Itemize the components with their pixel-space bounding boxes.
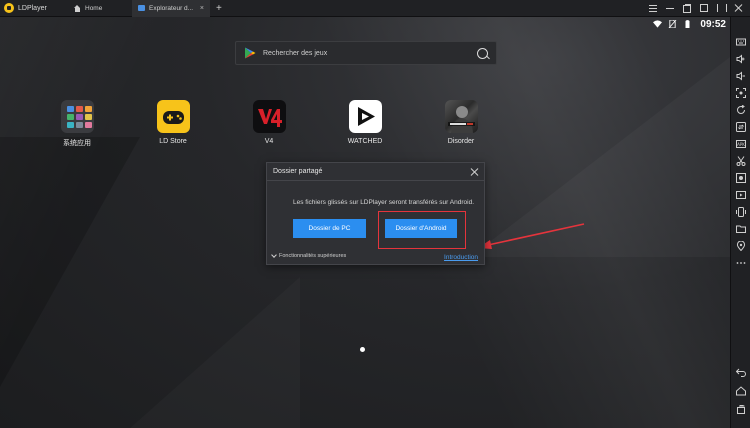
system-apps-icon <box>60 100 94 133</box>
watched-icon <box>348 100 382 133</box>
no-sim-icon <box>669 20 677 28</box>
window-controls <box>649 4 750 13</box>
svg-text:APK: APK <box>737 142 745 147</box>
v4-icon <box>252 100 286 133</box>
shake-icon[interactable] <box>736 207 746 217</box>
app-label: WATCHED <box>347 138 383 145</box>
sync-icon[interactable] <box>736 122 746 132</box>
volume-up-icon[interactable] <box>736 54 746 64</box>
introduction-link[interactable]: Introduction <box>444 254 478 261</box>
app-watched[interactable]: WATCHED <box>332 100 398 145</box>
tab-explorer[interactable]: Explorateur d... × <box>132 0 210 17</box>
more-icon[interactable] <box>736 258 746 268</box>
dialog-header: Dossier partagé <box>267 163 484 181</box>
maximize-icon[interactable] <box>700 4 708 12</box>
ld-store-icon <box>156 100 190 133</box>
screenshot-icon[interactable] <box>736 88 746 98</box>
keyboard-icon[interactable] <box>736 37 746 47</box>
pc-folder-button[interactable]: Dossier de PC <box>293 219 366 238</box>
app-label: V4 <box>264 138 274 145</box>
add-tab-button[interactable]: + <box>210 0 222 17</box>
advanced-features-label: Fonctionnalités supérieures <box>279 253 347 259</box>
recent-apps-icon[interactable] <box>736 405 746 415</box>
app-label: 系统应用 <box>63 140 91 147</box>
wifi-icon <box>653 20 663 28</box>
home-icon[interactable] <box>736 386 746 396</box>
app-ld-store[interactable]: LD Store <box>140 100 206 145</box>
chevron-down-icon <box>271 252 277 258</box>
tab-home[interactable]: Home <box>68 0 132 17</box>
home-icon <box>74 4 81 12</box>
folder-icon[interactable] <box>736 224 746 234</box>
menu-icon[interactable] <box>649 4 657 12</box>
tab-explorer-label: Explorateur d... <box>149 4 194 12</box>
search-bar[interactable]: Rechercher des jeux <box>235 41 497 65</box>
disorder-icon <box>444 100 478 133</box>
dialog-title: Dossier partagé <box>273 168 323 175</box>
app-disorder[interactable]: Disorder <box>428 100 494 145</box>
google-play-icon <box>245 47 256 59</box>
advanced-features-toggle[interactable]: Fonctionnalités supérieures <box>271 252 347 259</box>
close-icon[interactable] <box>470 168 478 176</box>
battery-icon <box>685 20 690 28</box>
search-icon[interactable] <box>477 47 488 59</box>
dialog-message: Les fichiers glissés sur LDPlayer seront… <box>293 199 474 206</box>
title-bar: LDPlayer Home Explorateur d... × + <box>0 0 750 17</box>
rotate-icon[interactable] <box>736 105 746 115</box>
ldplayer-logo-icon <box>4 3 14 13</box>
app-logo: LDPlayer <box>0 0 68 17</box>
apk-icon[interactable]: APK <box>736 139 746 149</box>
shared-folder-dialog: Dossier partagé Les fichiers glissés sur… <box>266 162 485 265</box>
app-label: Disorder <box>447 138 475 145</box>
minimize-icon[interactable] <box>666 4 674 12</box>
video-icon[interactable] <box>736 190 746 200</box>
clock: 09:52 <box>700 18 726 30</box>
app-name: LDPlayer <box>18 4 47 12</box>
tab-home-label: Home <box>85 4 103 12</box>
app-grid: 系统应用 LD Store V4 WATCHED Disorder <box>44 100 514 150</box>
search-input[interactable]: Rechercher des jeux <box>263 50 470 57</box>
tab-close-icon[interactable]: × <box>200 5 204 12</box>
wrap-icon[interactable] <box>717 4 727 12</box>
page-indicator <box>360 347 365 352</box>
scissors-icon[interactable] <box>736 156 746 166</box>
right-toolbar: APK <box>730 17 750 428</box>
app-v4[interactable]: V4 <box>236 100 302 145</box>
annotation-arrow <box>478 223 585 249</box>
status-bar: 09:52 <box>653 17 726 31</box>
location-icon[interactable] <box>736 241 746 251</box>
record-icon[interactable] <box>736 173 746 183</box>
app-label: LD Store <box>159 138 187 145</box>
volume-down-icon[interactable] <box>736 71 746 81</box>
app-system[interactable]: 系统应用 <box>44 100 110 148</box>
folder-icon <box>138 5 145 11</box>
restore-icon[interactable] <box>683 4 691 13</box>
back-icon[interactable] <box>736 367 746 377</box>
android-folder-button[interactable]: Dossier d'Android <box>385 219 457 238</box>
close-icon[interactable] <box>734 4 742 12</box>
